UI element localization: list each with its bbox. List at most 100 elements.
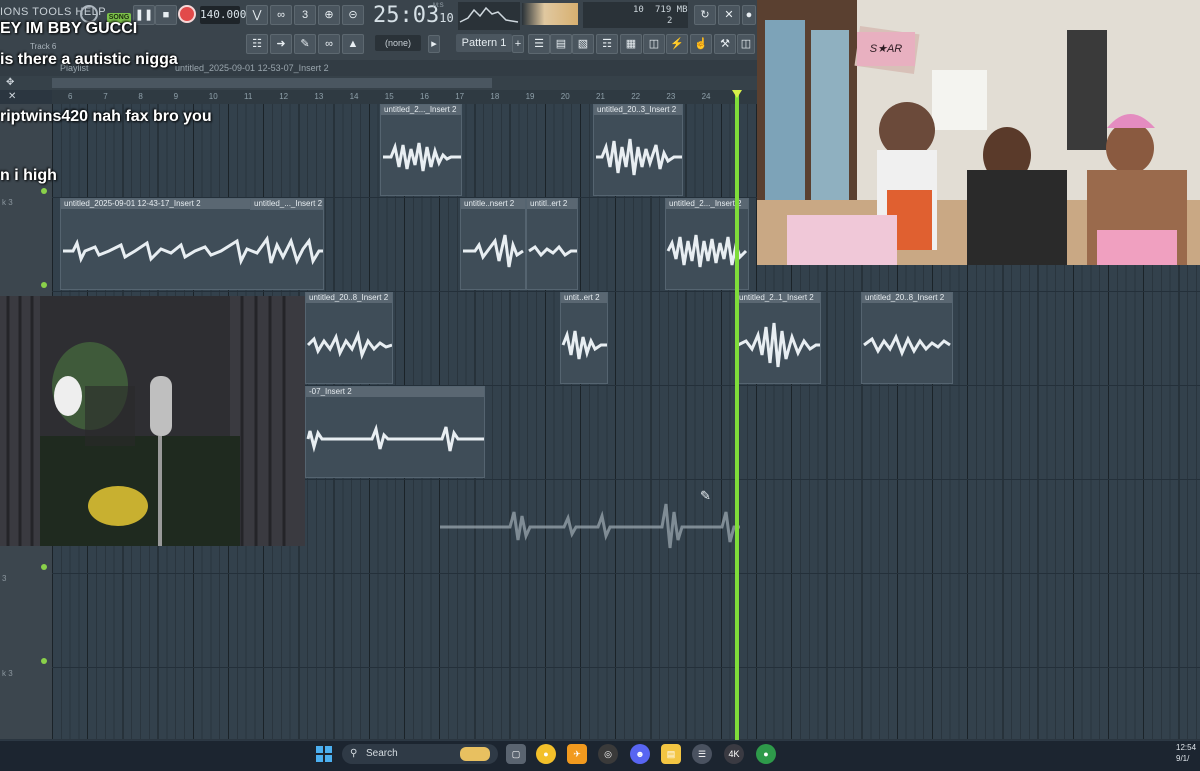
audio-clip[interactable]: untitled_20..3_Insert 2 — [593, 104, 683, 196]
track-divider — [52, 667, 1200, 668]
audio-clip[interactable]: untitled_20..8_Insert 2 — [861, 292, 953, 384]
channel-rack-icon[interactable]: ▧ — [572, 34, 594, 54]
ruler-tick: 23 — [666, 92, 676, 101]
chrome-icon[interactable]: ● — [536, 744, 556, 764]
track-divider — [52, 573, 1200, 574]
chat-line: is there a autistic nigga — [0, 51, 178, 68]
chat-line: n i high — [0, 167, 57, 184]
arrow-right-icon[interactable]: ➜ — [270, 34, 292, 54]
record-button[interactable] — [178, 5, 196, 23]
snap-select[interactable]: (none) — [375, 35, 421, 51]
playhead[interactable] — [735, 90, 739, 740]
touch-icon[interactable]: ☝ — [690, 34, 712, 54]
4k-app-icon[interactable]: 4K — [724, 744, 744, 764]
track-led[interactable] — [41, 188, 47, 194]
system-clock[interactable]: 12:54 9/1/ — [1176, 742, 1196, 764]
windows-start-icon[interactable] — [314, 744, 334, 764]
close-icon[interactable]: ✕ — [8, 91, 16, 102]
ruler-tick: 9 — [173, 92, 179, 101]
waveform — [306, 329, 392, 361]
search-placeholder: Search — [366, 748, 398, 759]
step-edit-icon[interactable]: 3 — [294, 5, 316, 25]
wrench-icon[interactable]: ⚒ — [714, 34, 736, 54]
task-view-icon[interactable]: ▢ — [506, 744, 526, 764]
track-label: Track 6 — [30, 42, 57, 51]
discord-icon[interactable]: ☻ — [630, 744, 650, 764]
webcam-booth — [0, 296, 305, 546]
undo-icon[interactable]: ↻ — [694, 5, 716, 25]
search-highlight-icon — [460, 747, 490, 761]
track-label-c: k 3 — [2, 669, 13, 678]
stamp-icon[interactable]: ▲ — [342, 34, 364, 54]
cart-icon[interactable]: ◫ — [737, 34, 755, 54]
oscilloscope-icon — [458, 2, 520, 30]
clip-label: untitl..ert 2 — [527, 199, 577, 209]
playlist-icon[interactable]: ☰ — [528, 34, 550, 54]
cut-icon[interactable]: ✕ — [718, 5, 740, 25]
clip-label: untitled_2..._Insert 2 — [381, 105, 461, 115]
playhead-marker[interactable] — [732, 90, 742, 98]
ruler-tick: 11 — [244, 92, 253, 101]
taskbar-search[interactable]: ⚲ Search — [342, 744, 498, 764]
audio-clip[interactable]: untitled_2025-09-01 12-43-17_Insert 2 — [60, 198, 324, 290]
audio-clip[interactable]: untit..ert 2 — [560, 292, 608, 384]
move-icon[interactable]: ✥ — [6, 77, 14, 88]
piano-roll-icon[interactable]: ▤ — [550, 34, 572, 54]
playlist-toolbar: ✥ — [0, 76, 757, 90]
audio-clip[interactable]: untitled_..._Insert 2 — [250, 198, 324, 210]
loop-record-icon[interactable]: ∞ — [270, 5, 292, 25]
prev-pattern-icon[interactable]: ▸ — [428, 35, 440, 53]
add-pattern-icon[interactable]: + — [512, 35, 524, 53]
track-label-a: k 3 — [2, 198, 13, 207]
track-led[interactable] — [41, 564, 47, 570]
obs-icon[interactable]: ◎ — [598, 744, 618, 764]
overview-scrollbar[interactable] — [52, 78, 492, 88]
clip-label: untit..ert 2 — [561, 293, 607, 303]
tempo-display[interactable]: 140.000 — [200, 6, 246, 24]
stop-button[interactable]: ■ — [155, 5, 177, 25]
timeline-ruler[interactable]: 6 7 8 9 10 11 12 13 14 15 16 17 18 19 20 21 22 23 24 — [52, 90, 757, 104]
fl-studio-icon[interactable]: ✈ — [567, 744, 587, 764]
audio-clip[interactable]: untitl..ert 2 — [526, 198, 578, 290]
app-icon[interactable]: ☰ — [692, 744, 712, 764]
memory-usage: 719 MB — [655, 5, 688, 15]
ruler-tick: 21 — [596, 92, 605, 101]
audio-clip[interactable]: untitled_2..._Insert 2 — [380, 104, 462, 196]
ruler-tick: 7 — [103, 92, 108, 101]
link-icon[interactable]: ∞ — [318, 34, 340, 54]
ruler-tick: 6 — [68, 92, 73, 101]
ruler-tick: 13 — [314, 92, 324, 101]
browser-icon[interactable]: ◫ — [643, 34, 665, 54]
waveform — [463, 234, 524, 268]
typing-keyboard-icon[interactable]: ⊝ — [342, 5, 364, 25]
peak-meter — [522, 3, 578, 25]
pattern-selector[interactable]: Pattern 1 — [456, 34, 512, 52]
audio-clip[interactable]: untitled_20..8_Insert 2 — [305, 292, 393, 384]
audio-clip[interactable]: untitled_2..1_Insert 2 — [735, 292, 821, 384]
memory-bottom-value: 2 — [667, 16, 673, 26]
plugin-icon[interactable]: ⚡ — [666, 34, 688, 54]
waveform — [63, 235, 323, 266]
ruler-tick: 20 — [560, 92, 570, 101]
webcam-room-image — [757, 0, 1200, 265]
pencil-icon[interactable]: ✎ — [294, 34, 316, 54]
file-explorer-icon[interactable]: ▤ — [661, 744, 681, 764]
clip-label: untitled_20..8_Insert 2 — [862, 293, 952, 303]
pattern-song-icon[interactable]: ⋁ — [246, 5, 268, 25]
audio-clip[interactable]: untitle..nsert 2 — [460, 198, 526, 290]
chrome-profile-icon[interactable]: ● — [756, 744, 776, 764]
blend-notes-icon[interactable]: ⊕ — [318, 5, 340, 25]
track-led[interactable] — [41, 658, 47, 664]
track-divider — [52, 291, 1200, 292]
piano-icon[interactable]: ☷ — [246, 34, 268, 54]
mixer-icon[interactable]: ☶ — [596, 34, 618, 54]
channel-icon[interactable]: ▦ — [620, 34, 642, 54]
time-sub: 10 — [439, 11, 454, 25]
microphone-icon[interactable]: ● — [742, 5, 756, 25]
playlist-breadcrumb[interactable]: untitled_2025-09-01 12-53-07_Insert 2 — [175, 60, 329, 76]
audio-clip[interactable]: -07_Insert 2 — [305, 386, 485, 478]
track-led[interactable] — [41, 282, 47, 288]
chat-line: EY IM BBY GUCCI — [0, 20, 138, 37]
chat-line: riptwins420 nah fax bro you — [0, 108, 212, 125]
clip-label: untitled_20..3_Insert 2 — [594, 105, 682, 115]
